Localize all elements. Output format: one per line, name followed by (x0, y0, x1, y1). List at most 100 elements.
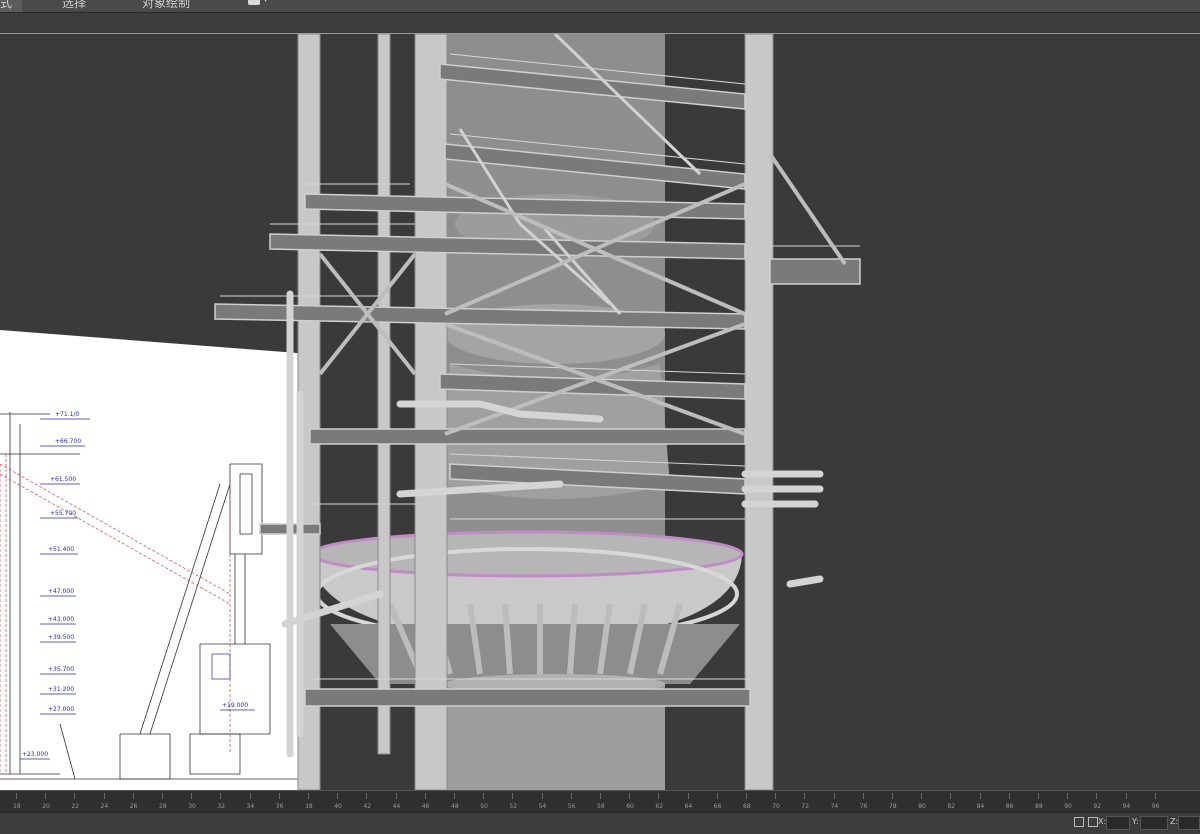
timeline-tick (629, 793, 631, 799)
tab-select[interactable]: 选择 (52, 0, 96, 12)
status-bar: X: Y: Z: (0, 812, 1200, 834)
timeline-tick (1154, 793, 1156, 799)
timeline-tick-label: 96 (1151, 803, 1160, 810)
timeline-tick-label: 30 (188, 803, 196, 810)
ribbon-tab-bar: 式 选择 对象绘制 ▾ (0, 0, 1200, 13)
timeline-tick-label: 44 (392, 803, 401, 810)
timeline-tick-label: 86 (1005, 803, 1014, 810)
timeline-ruler[interactable]: 18 20 22 24 26 28 30 32 34 36 38 40 42 44 46 48 50 52 54 56… (0, 790, 1200, 813)
timeline-tick (892, 793, 893, 799)
elevation-label: +55.700 (50, 510, 76, 517)
timeline-tick-label: 36 (275, 803, 284, 810)
toggle-icon[interactable] (248, 0, 260, 5)
x-coord-field[interactable] (1106, 816, 1130, 830)
timeline-tick-label: 26 (129, 803, 138, 810)
elevation-label: +19.000 (222, 702, 248, 709)
tab-object-paint[interactable]: 对象绘制 (132, 0, 200, 12)
timeline-tick (862, 793, 864, 799)
timeline-tick (775, 793, 777, 799)
elevation-label: +51.400 (48, 546, 74, 553)
timeline-tick (1096, 793, 1098, 799)
reference-drawing-plane: +71.1/0 +66.700 +61.500 +55.700 +51.400 … (0, 330, 310, 790)
timeline-tick-label: 56 (567, 803, 576, 810)
ribbon-panel (0, 13, 1200, 34)
timeline-tick (278, 793, 280, 799)
timeline-tick-label: 38 (305, 803, 313, 810)
timeline-tick (308, 793, 309, 799)
timeline-tick (45, 793, 47, 799)
elevation-label: +61.500 (50, 476, 76, 483)
timeline-tick (220, 793, 222, 799)
transform-icon[interactable] (1088, 817, 1098, 827)
viewport-scene: +71.1/0 +66.700 +61.500 +55.700 +51.400 … (0, 34, 1200, 790)
timeline-tick-label: 74 (830, 803, 839, 810)
timeline-tick (249, 793, 251, 799)
timeline-tick-label: 46 (421, 803, 430, 810)
timeline-tick (512, 793, 514, 799)
elevation-label: +31.200 (48, 686, 74, 693)
3d-viewport[interactable]: +71.1/0 +66.700 +61.500 +55.700 +51.400 … (0, 34, 1200, 790)
timeline-tick (162, 793, 163, 799)
timeline-tick (395, 793, 397, 799)
timeline-tick-label: 68 (743, 803, 751, 810)
timeline-tick (103, 793, 105, 799)
elevation-label: +47.000 (48, 588, 74, 595)
timeline-tick (716, 793, 718, 799)
lock-icon[interactable] (1074, 817, 1084, 827)
timeline-tick-label: 20 (42, 803, 50, 810)
timeline-tick-label: 84 (976, 803, 985, 810)
timeline-tick (541, 793, 543, 799)
timeline-tick (1125, 793, 1127, 799)
z-coord-field[interactable] (1178, 816, 1200, 830)
timeline-tick (191, 793, 193, 799)
timeline-tick-label: 92 (1093, 803, 1102, 810)
timeline-tick (16, 793, 17, 799)
timeline-tick-label: 94 (1122, 803, 1131, 810)
timeline-tick-label: 66 (713, 803, 722, 810)
elevation-label: +23.000 (22, 751, 48, 758)
3d-modeling-app: 式 选择 对象绘制 ▾ (0, 0, 1200, 834)
timeline-tick (1008, 793, 1010, 799)
timeline-tick (804, 793, 806, 799)
timeline-tick-label: 22 (71, 803, 80, 810)
mill-structure-model (214, 34, 861, 790)
timeline-tick (366, 793, 368, 799)
timeline-tick-label: 52 (509, 803, 518, 810)
x-coord-label: X: (1098, 817, 1107, 826)
timeline-tick (570, 793, 572, 799)
timeline-tick-label: 76 (859, 803, 868, 810)
y-coord-field[interactable] (1140, 816, 1168, 830)
timeline-tick-label: 70 (772, 803, 780, 810)
timeline-tick (746, 793, 747, 799)
timeline-tick (132, 793, 134, 799)
elevation-label: +39.500 (48, 634, 74, 641)
z-coord-label: Z: (1170, 817, 1179, 826)
timeline-tick-label: 82 (947, 803, 956, 810)
elevation-label: +66.700 (55, 438, 81, 445)
timeline-tick-label: 58 (597, 803, 605, 810)
chevron-down-icon[interactable]: ▾ (263, 0, 268, 5)
tab-modeling[interactable]: 式 (0, 0, 23, 12)
timeline-tick (424, 793, 426, 799)
timeline-tick-label: 50 (480, 803, 488, 810)
timeline-tick-label: 72 (801, 803, 810, 810)
timeline-tick-label: 42 (363, 803, 372, 810)
timeline-tick-label: 48 (451, 803, 459, 810)
timeline-tick (1038, 793, 1039, 799)
elevation-label: +35.700 (48, 666, 74, 673)
timeline-tick (483, 793, 485, 799)
timeline-tick-label: 40 (334, 803, 342, 810)
timeline-tick-label: 80 (918, 803, 926, 810)
timeline-tick-label: 90 (1064, 803, 1072, 810)
timeline-tick (687, 793, 689, 799)
timeline-tick (337, 793, 339, 799)
timeline-tick-label: 32 (217, 803, 226, 810)
timeline-tick-label: 60 (626, 803, 634, 810)
y-coord-label: Y: (1132, 817, 1139, 826)
elevation-label: +71.1/0 (55, 411, 79, 418)
timeline-tick (979, 793, 981, 799)
elevation-label: +27.000 (48, 706, 74, 713)
timeline-tick-label: 24 (100, 803, 109, 810)
timeline-tick (921, 793, 923, 799)
timeline-tick-label: 18 (13, 803, 21, 810)
